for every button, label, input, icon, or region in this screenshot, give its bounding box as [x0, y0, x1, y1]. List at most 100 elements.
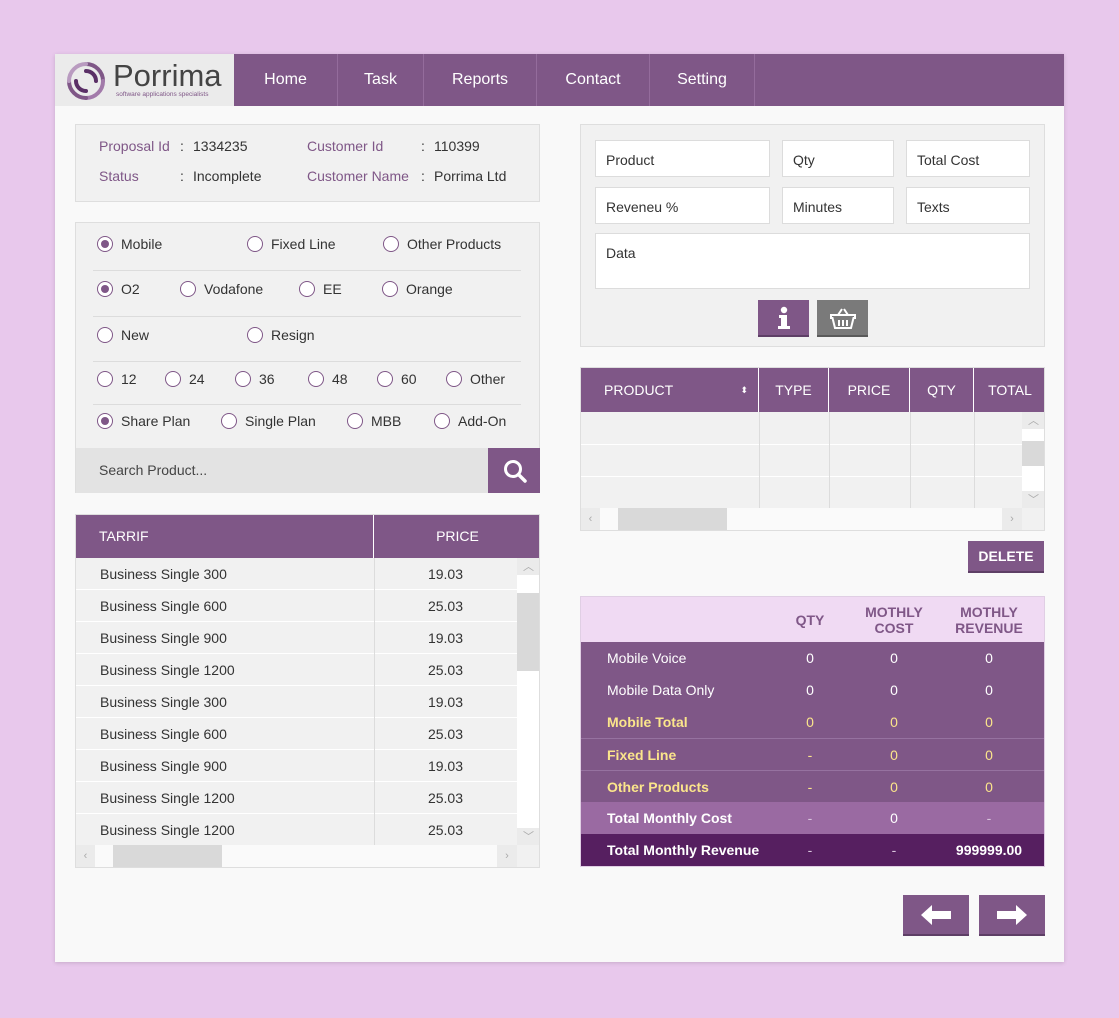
scroll-down-icon[interactable]: ﹀ [517, 828, 539, 845]
search-input[interactable]: Search Product... [76, 448, 489, 493]
tariff-name: Business Single 1200 [100, 790, 235, 806]
summary-qty: 0 [806, 650, 814, 666]
table-row[interactable]: Business Single 600 25.03 [76, 590, 517, 622]
nav-task[interactable]: Task [338, 54, 424, 106]
table-row[interactable]: Business Single 1200 25.03 [76, 782, 517, 814]
radio-label: Fixed Line [271, 236, 336, 252]
search-button[interactable] [488, 448, 540, 493]
product-form: Product Qty Total Cost Reveneu % Minutes… [580, 124, 1045, 347]
radio-label: Other [470, 371, 506, 387]
back-button[interactable] [903, 895, 969, 936]
scroll-right-icon[interactable]: › [1002, 508, 1022, 530]
table-row[interactable]: Business Single 300 19.03 [76, 686, 517, 718]
nav-reports[interactable]: Reports [424, 54, 537, 106]
col-header-price[interactable]: PRICE [829, 368, 910, 412]
minutes-field[interactable]: Minutes [782, 187, 894, 224]
radio-plan-mbb[interactable]: MBB [347, 413, 401, 429]
summary-cost: 0 [890, 747, 898, 763]
radio-category-mobile[interactable]: Mobile [97, 236, 162, 252]
radio-network-ee[interactable]: EE [299, 281, 342, 297]
top-nav: Porrima software applications specialist… [55, 54, 1064, 106]
data-field[interactable]: Data [595, 233, 1030, 289]
tariff-name: Business Single 300 [100, 694, 227, 710]
radio-plan-add-on[interactable]: Add-On [434, 413, 506, 429]
summary-row: Total Monthly Revenue - - 999999.00 [581, 834, 1044, 866]
radio-network-orange[interactable]: Orange [382, 281, 453, 297]
radio-term-36[interactable]: 36 [235, 371, 275, 387]
radio-category-other-products[interactable]: Other Products [383, 236, 501, 252]
info-button[interactable] [758, 300, 809, 337]
info-icon [777, 306, 790, 329]
radio-circle-icon [97, 236, 113, 252]
radio-plan-single-plan[interactable]: Single Plan [221, 413, 316, 429]
customer-id-value: 110399 [434, 138, 480, 154]
revenue-field[interactable]: Reveneu % [595, 187, 770, 224]
radio-plan-share-plan[interactable]: Share Plan [97, 413, 190, 429]
divider [93, 316, 521, 317]
product-field[interactable]: Product [595, 140, 770, 177]
logo-swirl-icon [67, 62, 105, 100]
col-header-product[interactable]: PRODUCT ⬍ [581, 368, 759, 412]
tariff-name: Business Single 300 [100, 566, 227, 582]
nav-contact[interactable]: Contact [537, 54, 650, 106]
table-row[interactable]: Business Single 300 19.03 [76, 558, 517, 590]
col-header-tarrif[interactable]: TARRIF [76, 515, 374, 558]
scroll-down-icon[interactable]: ﹀ [1022, 491, 1044, 508]
radio-category-fixed-line[interactable]: Fixed Line [247, 236, 336, 252]
customer-id-label: Customer Id [307, 138, 384, 154]
sort-icon[interactable]: ⬍ [740, 368, 748, 412]
radio-circle-icon [347, 413, 363, 429]
radio-network-o2[interactable]: O2 [97, 281, 140, 297]
radio-term-other[interactable]: Other [446, 371, 505, 387]
nav-setting[interactable]: Setting [650, 54, 755, 106]
vertical-scrollbar[interactable]: ︿ ﹀ [517, 558, 539, 845]
texts-field[interactable]: Texts [906, 187, 1030, 224]
radio-term-48[interactable]: 48 [308, 371, 348, 387]
radio-label: Share Plan [121, 413, 191, 429]
logo[interactable]: Porrima software applications specialist… [55, 54, 234, 106]
divider [974, 412, 975, 508]
nav-home[interactable]: Home [234, 54, 338, 106]
next-button[interactable] [979, 895, 1045, 936]
radio-term-60[interactable]: 60 [377, 371, 417, 387]
col-header-type[interactable]: TYPE [759, 368, 829, 412]
scroll-left-icon[interactable]: ‹ [76, 845, 95, 867]
radio-contract-new[interactable]: New [97, 327, 149, 343]
divider [910, 412, 911, 508]
col-header-qty[interactable]: QTY [910, 368, 974, 412]
delete-button[interactable]: DELETE [968, 541, 1044, 573]
scroll-up-icon[interactable]: ︿ [517, 558, 539, 575]
radio-contract-resign[interactable]: Resign [247, 327, 315, 343]
header-qty: QTY [795, 612, 825, 628]
scroll-thumb[interactable] [1022, 441, 1044, 466]
scroll-thumb[interactable] [618, 508, 727, 530]
radio-term-12[interactable]: 12 [97, 371, 137, 387]
scroll-thumb[interactable] [113, 845, 222, 867]
qty-field[interactable]: Qty [782, 140, 894, 177]
radio-term-24[interactable]: 24 [165, 371, 205, 387]
basket-button[interactable] [817, 300, 868, 337]
horizontal-scrollbar[interactable]: ‹ › [76, 845, 517, 867]
vertical-scrollbar[interactable]: ︿ ﹀ [1022, 412, 1044, 508]
divider [374, 558, 375, 845]
table-row[interactable]: Business Single 900 19.03 [76, 622, 517, 654]
scroll-up-icon[interactable]: ︿ [1022, 412, 1044, 429]
col-header-total[interactable]: TOTAL [974, 368, 1044, 412]
radio-label: Orange [406, 281, 453, 297]
table-row[interactable]: Business Single 900 19.03 [76, 750, 517, 782]
radio-circle-icon [247, 327, 263, 343]
scroll-thumb[interactable] [517, 593, 539, 671]
summary-rev: 0 [985, 682, 993, 698]
table-row[interactable]: Business Single 1200 25.03 [76, 814, 517, 846]
radio-label: Resign [271, 327, 315, 343]
radio-label: 12 [121, 371, 137, 387]
total-cost-field[interactable]: Total Cost [906, 140, 1030, 177]
horizontal-scrollbar[interactable]: ‹ › [581, 508, 1022, 530]
radio-label: 48 [332, 371, 348, 387]
table-row[interactable]: Business Single 600 25.03 [76, 718, 517, 750]
scroll-left-icon[interactable]: ‹ [581, 508, 600, 530]
table-row[interactable]: Business Single 1200 25.03 [76, 654, 517, 686]
col-header-price[interactable]: PRICE [374, 515, 539, 558]
radio-network-vodafone[interactable]: Vodafone [180, 281, 263, 297]
scroll-right-icon[interactable]: › [497, 845, 517, 867]
